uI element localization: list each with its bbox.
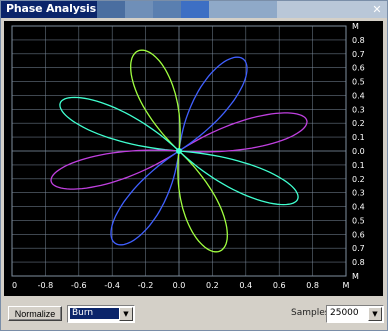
bottom-axis-tick-label: 0.4 <box>239 281 252 290</box>
right-axis-tick-label: 0.3 <box>352 105 365 114</box>
bottom-axis-tick-label: 0.8 <box>306 281 319 290</box>
samples-dropdown[interactable]: 25000 ▼ <box>326 305 384 323</box>
bottom-axis-tick-label: -0.4 <box>104 281 120 290</box>
title-bar-segment <box>153 1 181 18</box>
title-bar-segment <box>125 1 153 18</box>
right-axis-tick-label: 0.0 <box>352 147 365 156</box>
right-axis-tick-label: 0.4 <box>352 91 365 100</box>
window-title: Phase Analysis <box>6 2 96 15</box>
right-axis-tick-label: 0.6 <box>352 230 365 239</box>
curve-origin <box>176 148 182 154</box>
right-axis-tick-label: M <box>352 22 359 31</box>
right-axis-tick-label: 0.7 <box>352 50 365 59</box>
right-axis-tick-label: 0.1 <box>352 161 365 170</box>
chevron-down-icon[interactable]: ▼ <box>119 307 133 321</box>
right-axis-tick-label: M <box>352 272 359 281</box>
bottom-axis-tick-label: 0.6 <box>273 281 286 290</box>
bottom-axis-tick-label: -0.8 <box>38 281 54 290</box>
title-bar-segment <box>181 1 209 18</box>
plot-background <box>4 21 383 296</box>
chevron-down-icon[interactable]: ▼ <box>368 307 382 321</box>
samples-label: Samples <box>291 308 330 318</box>
right-axis-tick-label: 0.7 <box>352 244 365 253</box>
right-axis-tick-label: 0.2 <box>352 175 365 184</box>
phase-analysis-window: Phase Analysis ✕ M 0.8 0.7 0.6 0.5 0.4 0.3 0.2 0… <box>0 0 388 331</box>
right-axis-tick-label: 0.8 <box>352 36 365 45</box>
mode-dropdown[interactable]: Burn ▼ <box>67 305 135 323</box>
close-icon[interactable]: ✕ <box>370 3 384 16</box>
mode-dropdown-value: Burn <box>70 308 119 319</box>
title-bar[interactable]: Phase Analysis ✕ <box>1 1 387 18</box>
control-bar: Normalize Burn ▼ Samples 25000 ▼ <box>1 301 387 330</box>
right-axis-tick-label: 0.8 <box>352 258 365 267</box>
bottom-axis-tick-label: M <box>343 281 350 290</box>
title-bar-segment <box>209 1 277 18</box>
right-axis-tick-label: 0.5 <box>352 216 365 225</box>
phase-plot-canvas: M 0.8 0.7 0.6 0.5 0.4 0.3 0.2 0.1 0.0 0.1 0.2 0.3 0.4… <box>4 21 383 296</box>
normalize-button[interactable]: Normalize <box>8 306 62 321</box>
bottom-axis-tick-label: 0.2 <box>206 281 219 290</box>
bottom-axis-tick-label: 0.0 <box>173 281 186 290</box>
bottom-axis-tick-label: 0 <box>12 281 17 290</box>
samples-dropdown-value: 25000 <box>330 308 359 318</box>
phase-plot: M 0.8 0.7 0.6 0.5 0.4 0.3 0.2 0.1 0.0 0.1 0.2 0.3 0.4… <box>4 21 383 296</box>
right-axis-tick-label: 0.3 <box>352 189 365 198</box>
bottom-axis-tick-label: -0.6 <box>71 281 87 290</box>
right-axis-tick-label: 0.1 <box>352 133 365 142</box>
right-axis-tick-label: 0.2 <box>352 119 365 128</box>
right-axis-tick-label: 0.4 <box>352 203 365 212</box>
title-bar-segment <box>97 1 125 18</box>
right-axis-tick-label: 0.5 <box>352 78 365 87</box>
bottom-axis-tick-label: -0.2 <box>138 281 154 290</box>
right-axis-tick-label: 0.6 <box>352 64 365 73</box>
